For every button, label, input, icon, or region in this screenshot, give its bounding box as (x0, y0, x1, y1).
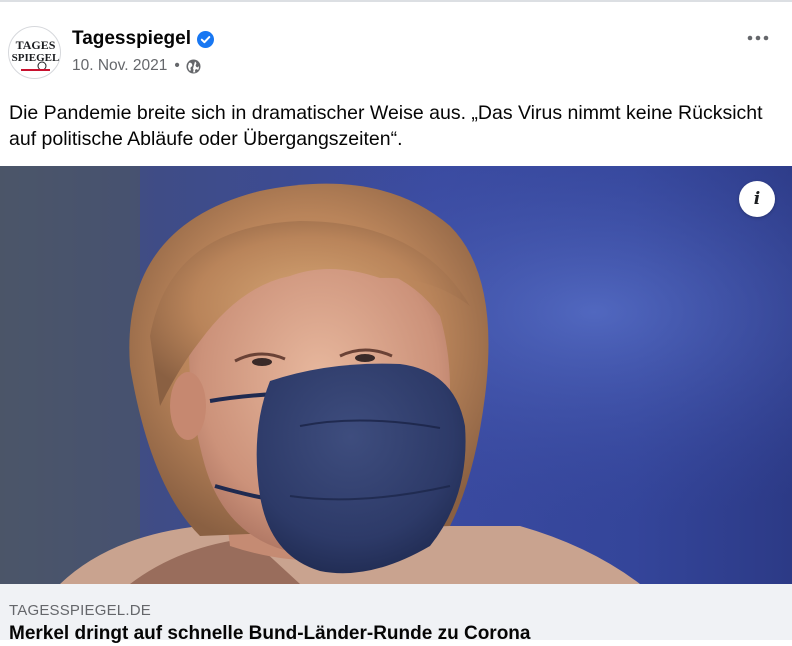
info-icon: i (753, 189, 761, 209)
more-options-button[interactable] (738, 24, 778, 52)
post-caption: Die Pandemie breite sich in dramatischer… (9, 102, 763, 150)
link-title[interactable]: Merkel dringt auf schnelle Bund-Länder-R… (9, 622, 530, 646)
meta-separator: • (174, 57, 180, 74)
post-date[interactable]: 10. Nov. 2021 (72, 56, 167, 76)
link-domain: TAGESSPIEGEL.DE (9, 602, 151, 619)
post-image[interactable] (0, 166, 792, 584)
page-name[interactable]: Tagesspiegel (72, 27, 214, 51)
post-meta: 10. Nov. 2021 • (72, 56, 201, 76)
info-button[interactable]: i (739, 181, 775, 217)
globe-icon[interactable] (186, 59, 201, 74)
avatar-logo-line2: SPIEGEL (12, 52, 60, 64)
verified-badge-icon (196, 30, 214, 48)
link-preview[interactable]: TAGESSPIEGEL.DE Merkel dringt auf schnel… (0, 584, 792, 644)
avatar-logo-line1: TAGES (16, 38, 56, 52)
top-divider (0, 0, 792, 2)
page-avatar[interactable]: TAGES SPIEGEL (8, 26, 61, 79)
page-name-text[interactable]: Tagesspiegel (72, 27, 191, 51)
more-options-icon (747, 35, 769, 41)
